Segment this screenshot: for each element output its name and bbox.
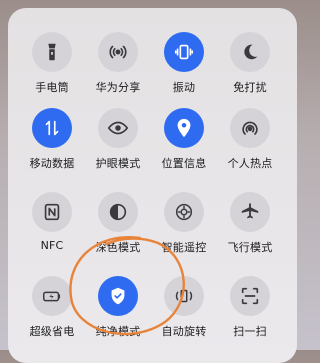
- tile-mobile-data-label: 移动数据: [29, 157, 75, 170]
- airplane-icon: [230, 192, 270, 232]
- tile-hotspot-label: 个人热点: [227, 157, 273, 170]
- tile-location[interactable]: 位置信息: [148, 108, 220, 178]
- control-center-panel: 手电筒 华为分享 振动 免打扰 移动数据 护眼模式 位置信息 个人热点 NFC …: [8, 8, 297, 363]
- tile-flashlight-label: 手电筒: [35, 81, 69, 94]
- flashlight-icon: [32, 32, 72, 72]
- tile-nfc-label: NFC: [40, 239, 64, 252]
- rotate-icon: [164, 276, 204, 316]
- tile-eye-comfort-label: 护眼模式: [95, 157, 141, 170]
- tile-airplane-mode-label: 飞行模式: [227, 241, 273, 254]
- quick-settings-grid: 手电筒 华为分享 振动 免打扰 移动数据 护眼模式 位置信息 个人热点 NFC …: [8, 8, 297, 363]
- vibrate-icon: [164, 32, 204, 72]
- tile-super-power-saving-label: 超级省电: [29, 325, 75, 338]
- tile-flashlight[interactable]: 手电筒: [16, 32, 88, 102]
- tile-smart-remote[interactable]: 智能遥控: [148, 192, 220, 262]
- tile-do-not-disturb[interactable]: 免打扰: [214, 32, 286, 102]
- tile-hotspot[interactable]: 个人热点: [214, 108, 286, 178]
- tile-location-label: 位置信息: [161, 157, 207, 170]
- tile-do-not-disturb-label: 免打扰: [233, 81, 267, 94]
- scan-icon: [230, 276, 270, 316]
- tile-dark-mode[interactable]: 深色模式: [82, 192, 154, 262]
- eye-icon: [98, 108, 138, 148]
- tile-dark-mode-label: 深色模式: [95, 241, 141, 254]
- tile-auto-rotate-label: 自动旋转: [161, 325, 207, 338]
- battery-saver-icon: [32, 276, 72, 316]
- tile-mobile-data[interactable]: 移动数据: [16, 108, 88, 178]
- shield-check-icon: [98, 276, 138, 316]
- moon-icon: [230, 32, 270, 72]
- tile-vibrate[interactable]: 振动: [148, 32, 220, 102]
- dark-mode-icon: [98, 192, 138, 232]
- tile-airplane-mode[interactable]: 飞行模式: [214, 192, 286, 262]
- remote-control-icon: [164, 192, 204, 232]
- tile-huawei-share[interactable]: 华为分享: [82, 32, 154, 102]
- tile-smart-remote-label: 智能遥控: [161, 241, 207, 254]
- tile-eye-comfort[interactable]: 护眼模式: [82, 108, 154, 178]
- mobile-data-arrows-icon: [32, 108, 72, 148]
- tile-nfc[interactable]: NFC: [16, 192, 88, 262]
- hotspot-icon: [230, 108, 270, 148]
- tile-auto-rotate[interactable]: 自动旋转: [148, 276, 220, 346]
- share-waves-icon: [98, 32, 138, 72]
- tile-vibrate-label: 振动: [172, 81, 196, 94]
- tile-pure-mode-label: 纯净模式: [95, 325, 141, 338]
- tile-super-power-saving[interactable]: 超级省电: [16, 276, 88, 346]
- tile-scan[interactable]: 扫一扫: [214, 276, 286, 346]
- tile-scan-label: 扫一扫: [233, 325, 267, 338]
- tile-pure-mode[interactable]: 纯净模式: [82, 276, 154, 346]
- location-pin-icon: [164, 108, 204, 148]
- tile-huawei-share-label: 华为分享: [95, 81, 141, 94]
- nfc-icon: [32, 192, 72, 232]
